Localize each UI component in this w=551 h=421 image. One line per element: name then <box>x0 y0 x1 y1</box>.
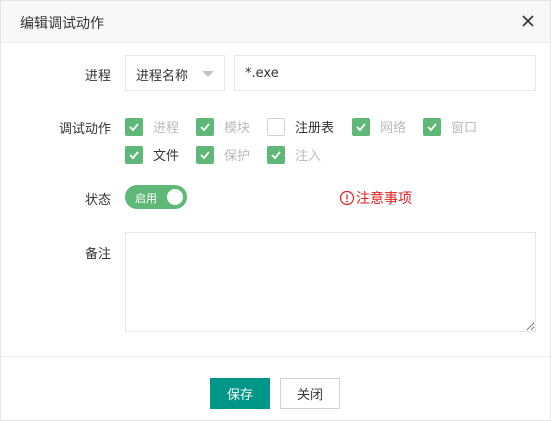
caret-down-icon <box>202 71 214 77</box>
footer-divider <box>1 356 550 357</box>
notice-text: 注意事项 <box>356 191 412 207</box>
checkbox-label: 窗口 <box>451 121 478 136</box>
checkbox-box <box>352 117 370 136</box>
close-button[interactable]: 关闭 <box>280 378 340 409</box>
checkbox-box <box>267 117 285 136</box>
checkbox-registry[interactable]: 注册表 <box>267 117 334 136</box>
checkbox-box <box>125 145 143 164</box>
checkbox-box <box>196 145 214 164</box>
checkmark-icon <box>271 150 281 159</box>
checkmark-icon <box>356 122 366 131</box>
checkbox-file[interactable]: 文件 <box>125 145 179 164</box>
checkbox-box <box>267 145 285 164</box>
checkmark-icon <box>200 122 210 131</box>
checkbox-box <box>423 117 441 136</box>
checkbox-protect[interactable]: 保护 <box>196 145 250 164</box>
checkbox-label: 网络 <box>380 121 407 136</box>
checkbox-label: 文件 <box>153 149 180 164</box>
remark-label: 备注 <box>84 247 111 262</box>
checkbox-network[interactable]: 网络 <box>352 117 406 136</box>
checkmark-icon <box>200 150 210 159</box>
notice-link[interactable]: 注意事项 <box>339 188 412 208</box>
checkbox-window[interactable]: 窗口 <box>423 117 477 136</box>
checkbox-label: 进程 <box>153 121 180 136</box>
checkbox-label: 注入 <box>295 149 322 164</box>
checkmark-icon <box>129 150 139 159</box>
debug-actions-label: 调试动作 <box>58 122 111 137</box>
checkbox-box <box>196 117 214 136</box>
status-toggle-text: 启用 <box>135 192 157 205</box>
dialog-title: 编辑调试动作 <box>20 16 104 32</box>
process-type-select-value: 进程名称 <box>136 69 189 84</box>
dialog-title-bar: 编辑调试动作 <box>1 1 550 43</box>
checkmark-icon <box>129 122 139 131</box>
process-label: 进程 <box>84 69 111 84</box>
edit-debug-action-dialog: 编辑调试动作 进程 进程名称 调试动作 进程 模块 注册表 <box>0 0 551 421</box>
status-label: 状态 <box>84 193 111 208</box>
toggle-knob <box>167 189 183 205</box>
checkbox-label: 模块 <box>224 121 251 136</box>
process-type-select[interactable]: 进程名称 <box>125 55 225 91</box>
info-circle-icon <box>339 190 355 206</box>
checkbox-label: 注册表 <box>295 121 335 136</box>
checkbox-inject[interactable]: 注入 <box>267 145 321 164</box>
close-icon[interactable] <box>518 11 538 31</box>
process-name-input[interactable] <box>234 55 536 91</box>
status-toggle[interactable]: 启用 <box>125 185 187 209</box>
checkbox-module[interactable]: 模块 <box>196 117 250 136</box>
checkbox-label: 保护 <box>224 149 251 164</box>
checkmark-icon <box>427 122 437 131</box>
remark-textarea[interactable] <box>125 232 536 332</box>
save-button[interactable]: 保存 <box>210 378 270 409</box>
checkbox-process[interactable]: 进程 <box>125 117 179 136</box>
checkbox-box <box>125 117 143 136</box>
